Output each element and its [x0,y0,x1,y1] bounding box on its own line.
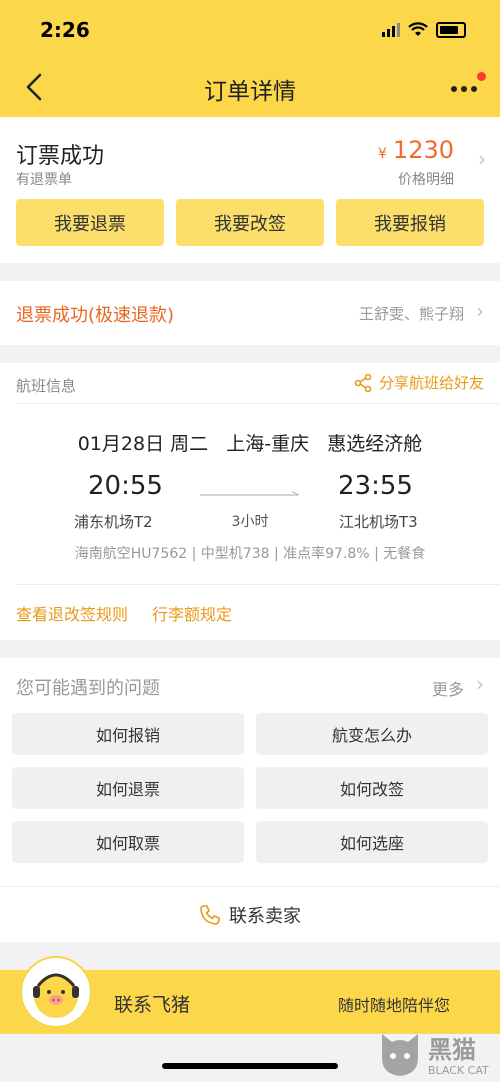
notification-dot [477,72,486,81]
flight-section-title: 航班信息 [16,377,77,395]
contact-fliggy-label: 联系飞猪 [114,994,191,1016]
refund-passengers: 王舒雯、熊子翔 [358,305,464,323]
faq-item[interactable]: 如何取票 [12,821,244,863]
order-status-card: 订票成功 有退票单 ¥1230 价格明细 › 我要退票 我要改签 我要报销 [0,117,500,263]
arrival-airport: 江北机场T3 [339,513,418,531]
faq-item[interactable]: 如何选座 [256,821,488,863]
airline-flight-no: 海南航空HU7562 [74,546,188,562]
more-icon[interactable] [448,75,482,105]
divider [16,584,500,585]
share-label: 分享航班给好友 [378,374,484,392]
chevron-right-icon: › [476,672,484,696]
contact-seller-label: 联系卖家 [229,906,301,927]
flight-links: 查看退改签规则 行李额规定 [16,601,256,625]
refund-status-row[interactable]: 退票成功(极速退款) 王舒雯、熊子翔 › [0,281,500,345]
faq-card: 您可能遇到的问题 更多 › 如何报销 航变怎么办 如何退票 如何改签 如何取票 … [0,658,500,942]
price-detail-link[interactable]: 价格明细 [398,169,454,189]
divider [16,403,500,404]
wifi-icon [408,22,428,36]
contact-fliggy-bar[interactable]: 联系飞猪 随时随地陪伴您 [0,956,500,1034]
status-icons [382,20,466,40]
flight-meta: 海南航空HU7562 | 中型机738 | 准点率97.8% | 无餐食 [74,546,426,562]
contact-seller-button[interactable]: 联系卖家 [0,886,500,943]
booking-substatus: 有退票单 [16,172,72,188]
change-button[interactable]: 我要改签 [176,199,324,246]
refund-status: 退票成功(极速退款) [16,305,175,326]
chevron-right-icon: › [478,147,486,171]
baggage-rules-link[interactable]: 行李额规定 [152,605,232,624]
share-icon [354,373,372,392]
change-rules-link[interactable]: 查看退改签规则 [16,605,128,624]
chevron-right-icon: › [476,299,484,323]
refund-button[interactable]: 我要退票 [16,199,164,246]
price[interactable]: ¥1230 [378,136,454,164]
black-cat-watermark-logo: 黑猫 BLACK CAT [382,1034,489,1077]
faq-item[interactable]: 如何改签 [256,767,488,809]
departure-time: 20:55 [88,471,163,501]
price-value: 1230 [392,136,454,164]
on-time-rate: 准点率97.8% [283,546,370,562]
flight-info-card: 航班信息 分享航班给好友 01月28日 周二 上海-重庆 惠选经济舱 20:55… [0,363,500,640]
flight-arrow-icon [200,491,300,496]
svg-text:黑猫: 黑猫 [428,1036,476,1064]
action-buttons: 我要退票 我要改签 我要报销 [16,199,484,246]
cabin-class: 惠选经济舱 [327,433,423,455]
flight-duration: 3小时 [231,514,269,530]
reimburse-button[interactable]: 我要报销 [336,199,484,246]
faq-item[interactable]: 航变怎么办 [256,713,488,755]
arrival-time: 23:55 [338,471,413,501]
contact-fliggy-subtitle: 随时随地陪伴您 [337,996,450,1015]
svg-text:BLACK CAT: BLACK CAT [428,1064,489,1077]
flight-route-line: 01月28日 周二 上海-重庆 惠选经济舱 [0,429,500,456]
faq-more-link[interactable]: 更多 [432,676,464,700]
currency-symbol: ¥ [378,146,387,162]
share-flight-button[interactable]: 分享航班给好友 [353,372,484,393]
flight-date: 01月28日 [77,433,165,455]
battery-icon [436,22,466,38]
header-bar: 2:26 订单详情 [0,0,500,117]
fliggy-pig-avatar [20,956,92,1028]
faq-grid: 如何报销 航变怎么办 如何退票 如何改签 如何取票 如何选座 [12,713,488,863]
flight-route: 上海-重庆 [226,433,310,455]
booking-status: 订票成功 [16,144,105,169]
home-indicator [162,1063,338,1069]
meal-info: 无餐食 [383,546,426,562]
faq-item[interactable]: 如何退票 [12,767,244,809]
aircraft-type: 中型机738 [200,546,270,562]
signal-icon [382,23,400,37]
flight-weekday: 周二 [170,433,209,455]
page-title: 订单详情 [204,79,296,105]
status-time: 2:26 [40,18,90,42]
faq-item[interactable]: 如何报销 [12,713,244,755]
phone-icon [200,905,220,925]
faq-title: 您可能遇到的问题 [16,678,160,699]
